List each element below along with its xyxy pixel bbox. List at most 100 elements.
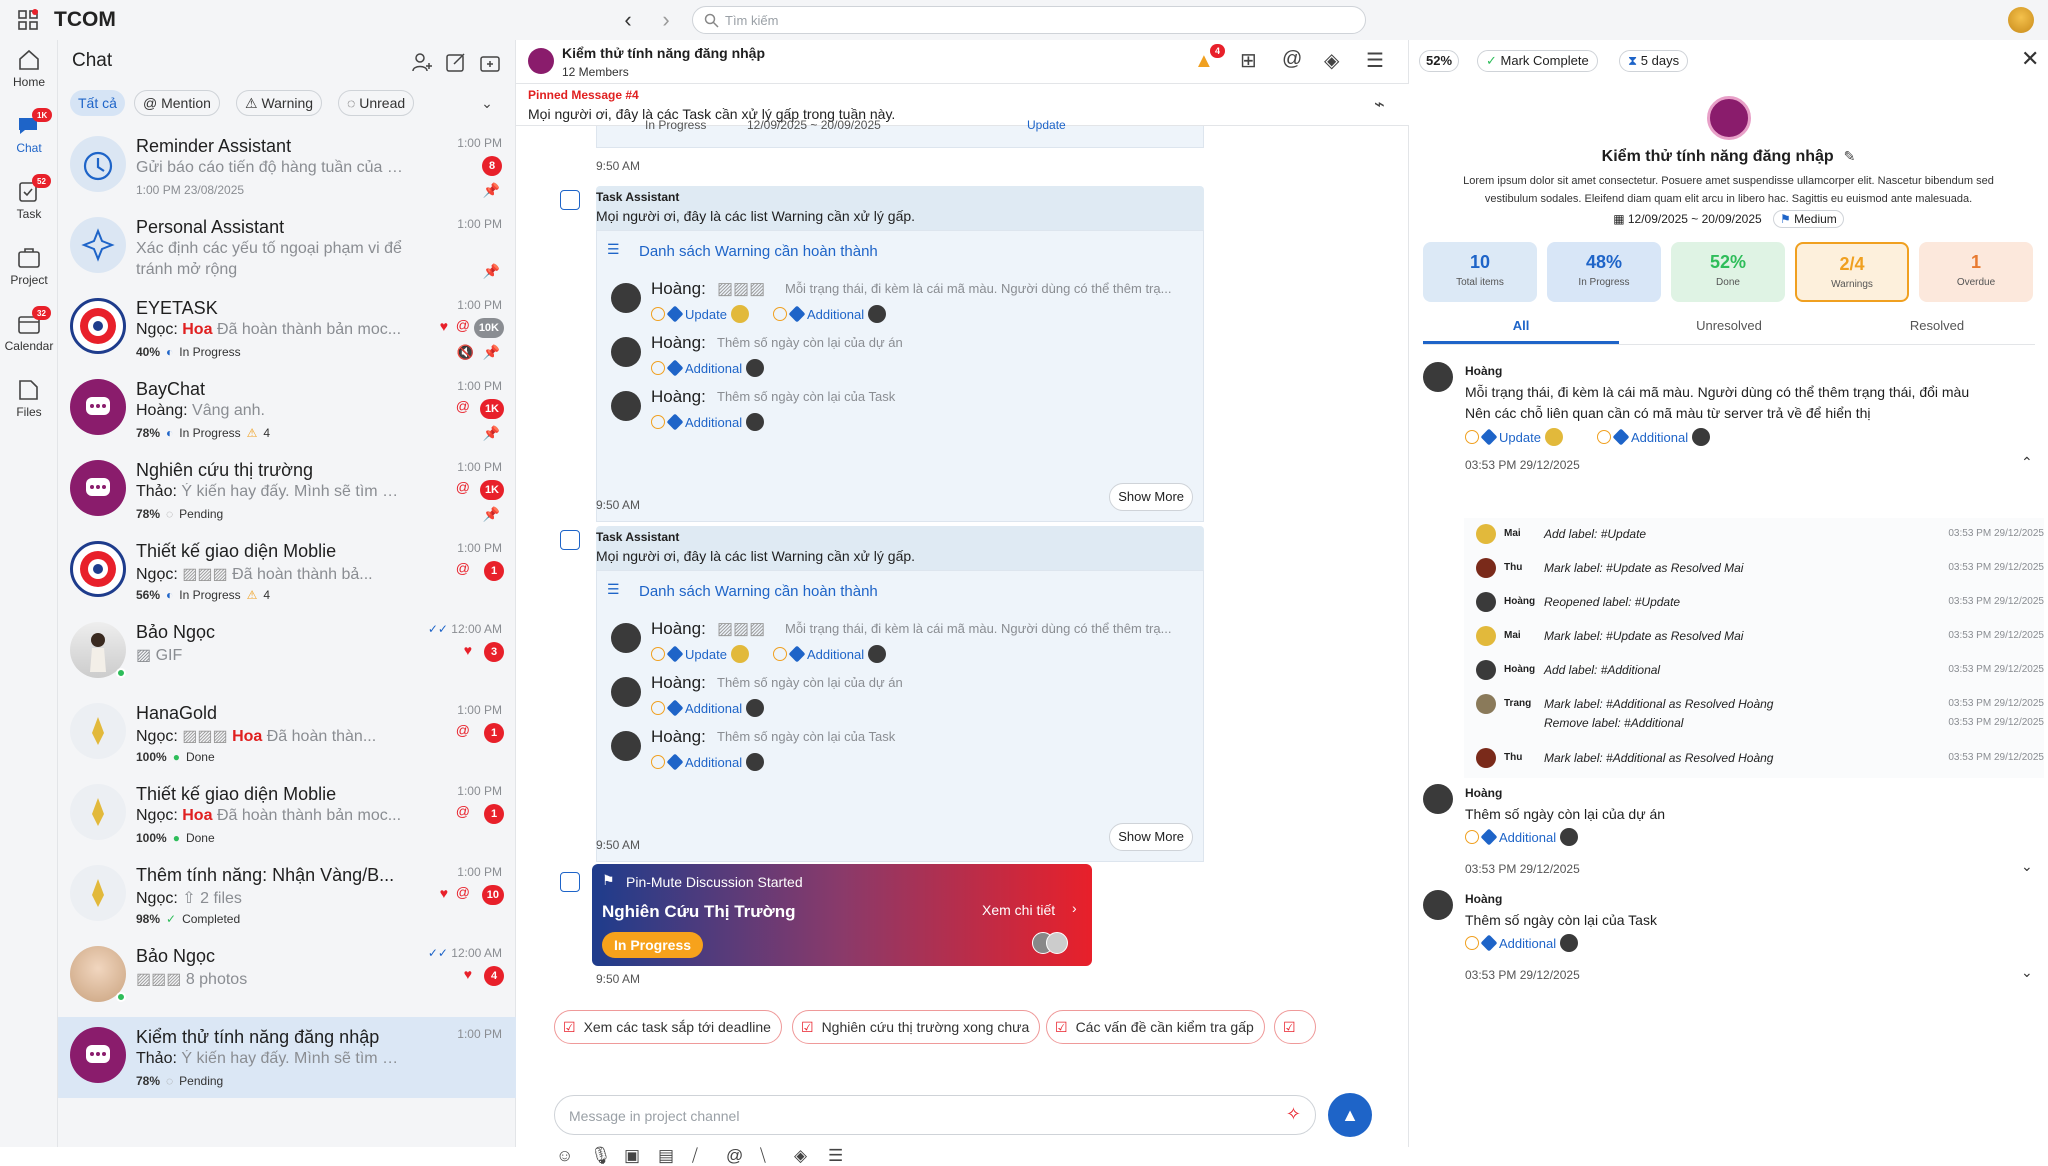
tag-additional[interactable]: Additional — [773, 645, 887, 663]
list-item[interactable]: Hoàng: ▨▨▨ Mỗi trạng thái, đi kèm là cái… — [607, 279, 1197, 329]
tag-additional[interactable]: Additional — [1597, 428, 1711, 446]
list-item[interactable]: HanaGold Ngọc: ▨▨▨ Hoa Đã hoàn thàn... 1… — [58, 693, 516, 774]
filter-mention[interactable]: @ Mention — [134, 90, 220, 116]
nav-project[interactable]: Project — [0, 246, 58, 287]
chevron-up-icon[interactable]: ⌃ — [2021, 454, 2033, 471]
warning-entry[interactable]: Hoàng Thêm số ngày còn lại của Task Addi… — [1409, 888, 2048, 988]
list-item[interactable]: Thêm tính năng: Nhận Vàng/B... Ngọc: ⇧ 2… — [58, 855, 516, 936]
tag-additional[interactable]: Additional — [651, 699, 765, 717]
tag-additional[interactable]: Additional — [651, 413, 765, 431]
chevron-down-icon[interactable]: ⌄ — [2021, 858, 2033, 875]
list-item[interactable]: BayChat Hoàng: Vâng anh. 78% ◐ In Progress… — [58, 369, 516, 450]
nav-calendar-badge: 32 — [32, 306, 51, 320]
tag-icon[interactable]: ◈ — [794, 1146, 807, 1166]
ai-sparkle-icon[interactable]: ✧ — [1286, 1104, 1301, 1125]
tag-additional[interactable]: Additional — [1465, 828, 1579, 846]
tag-icon[interactable]: ◈ — [1324, 48, 1339, 73]
list-item[interactable]: EYETASK Ngọc: Hoa Đã hoàn thành bản moc.… — [58, 288, 516, 369]
chat-time: 1:00 PM — [457, 784, 502, 798]
tag-additional[interactable]: Additional — [1465, 934, 1579, 952]
search-input[interactable]: Tìm kiếm — [692, 6, 1366, 34]
list-item[interactable]: Thiết kế giao diện Moblie Ngọc: ▨▨▨ Đã h… — [58, 531, 516, 612]
file-icon[interactable]: ▤ — [658, 1146, 674, 1166]
filter-all[interactable]: Tất cả — [70, 90, 125, 116]
stat-warnings[interactable]: 2/4 Warnings — [1795, 242, 1909, 302]
stat-overdue[interactable]: 1 Overdue — [1919, 242, 2033, 302]
list-item-selected[interactable]: Kiểm thử tính năng đăng nhập Thảo: Ý kiế… — [58, 1017, 516, 1098]
progress-pill: 52% — [1419, 50, 1460, 72]
apps-grid-icon[interactable] — [16, 8, 40, 32]
mention-icon[interactable]: @ — [1282, 48, 1302, 71]
tab-all[interactable]: All — [1423, 318, 1619, 344]
new-project-icon[interactable] — [478, 50, 502, 74]
nav-files[interactable]: Files — [0, 378, 58, 419]
emoji-icon[interactable]: ☺ — [556, 1146, 573, 1166]
message-input[interactable]: Message in project channel ✧ — [554, 1095, 1316, 1135]
add-user-icon[interactable] — [410, 50, 434, 74]
chat-list-panel: Chat Tất cả @ Mention ⚠ Warning ◌ Unread… — [58, 40, 516, 1147]
list-item[interactable]: Hoàng: ▨▨▨ Mỗi trạng thái, đi kèm là cái… — [607, 619, 1197, 669]
discussion-banner[interactable]: ⚑ Pin-Mute Discussion Started Nghiên Cứu… — [592, 864, 1092, 966]
apps-icon[interactable]: ⊞ — [1240, 48, 1257, 73]
tag-update[interactable]: Update — [1465, 428, 1563, 446]
stat-done[interactable]: 52% Done — [1671, 242, 1785, 302]
banner-link[interactable]: Xem chi tiết — [982, 902, 1055, 918]
chevron-down-icon[interactable]: ⌄ — [478, 94, 496, 112]
tab-resolved[interactable]: Resolved — [1839, 318, 2035, 344]
mention-icon[interactable]: @ — [726, 1146, 743, 1166]
preview-text: 8 photos — [185, 971, 248, 988]
history-text: Mark label: #Additional as Resolved Hoàn… — [1544, 697, 1774, 711]
format-icon[interactable]: ⧹ — [760, 1146, 766, 1166]
tag-update[interactable]: Update — [651, 645, 749, 663]
warning-entry[interactable]: Hoàng Mỗi trạng thái, đi kèm là cái mã m… — [1409, 350, 2048, 478]
checklist-icon[interactable]: ☰ — [1366, 48, 1384, 73]
mark-complete-button[interactable]: ✓ Mark Complete — [1477, 50, 1598, 72]
nav-task[interactable]: 52 Task — [0, 174, 58, 221]
chat-time: 1:00 PM — [457, 379, 502, 393]
list-item[interactable]: Thiết kế giao diện Moblie Ngọc: Hoa Đã h… — [58, 774, 516, 855]
tag-update[interactable]: Update — [651, 305, 749, 323]
suggestion-chip[interactable]: ☑ — [1274, 1010, 1316, 1044]
list-item[interactable]: Hoàng: Thêm số ngày còn lại của Task Add… — [607, 727, 1197, 777]
stat-in-progress[interactable]: 48% In Progress — [1547, 242, 1661, 302]
mic-icon[interactable]: 🎙 — [590, 1146, 612, 1166]
filter-warning[interactable]: ⚠ Warning — [236, 90, 323, 116]
unread-badge: 4 — [484, 966, 504, 986]
tag-additional[interactable]: Additional — [773, 305, 887, 323]
tag-label: Additional — [685, 414, 743, 430]
show-more-button[interactable]: Show More — [1109, 483, 1193, 511]
list-item[interactable]: Hoàng: Thêm số ngày còn lại của dự án Ad… — [607, 673, 1197, 723]
user-avatar[interactable] — [2008, 7, 2034, 33]
suggestion-chip[interactable]: ☑ Nghiên cứu thị trường xong chưa — [792, 1010, 1041, 1044]
suggestion-chip[interactable]: ☑ Các vấn đề cần kiểm tra gấp — [1046, 1010, 1265, 1044]
forward-icon[interactable]: › — [654, 7, 678, 32]
list-item[interactable]: Hoàng: Thêm số ngày còn lại của Task Add… — [607, 387, 1197, 437]
tag-additional[interactable]: Additional — [651, 359, 765, 377]
list-item[interactable]: Reminder Assistant Gửi báo cáo tiến độ h… — [58, 126, 516, 207]
list-item[interactable]: Personal Assistant Xác định các yếu tố n… — [58, 207, 516, 288]
image-icon[interactable]: ▣ — [624, 1146, 640, 1166]
nav-chat[interactable]: 1K Chat — [0, 108, 58, 155]
unpin-icon[interactable]: ⌁ — [1374, 94, 1385, 115]
list-item[interactable]: Bảo Ngọc ▨ GIF ✓✓ 12:00 AM ♥ 3 — [58, 612, 516, 693]
nav-home[interactable]: Home — [0, 48, 58, 89]
edit-icon[interactable]: ✎ — [1844, 148, 1856, 164]
send-button[interactable]: ▲ — [1328, 1093, 1372, 1137]
list-item[interactable]: Hoàng: Thêm số ngày còn lại của dự án Ad… — [607, 333, 1197, 383]
list-item[interactable]: Bảo Ngọc ▨▨▨ 8 photos ✓✓ 12:00 AM ♥ 4 — [58, 936, 516, 1017]
close-icon[interactable]: ✕ — [2021, 46, 2039, 72]
back-icon[interactable]: ‹ — [616, 7, 640, 32]
show-more-button[interactable]: Show More — [1109, 823, 1193, 851]
stat-total[interactable]: 10 Total items — [1423, 242, 1537, 302]
tag-additional[interactable]: Additional — [651, 753, 765, 771]
checklist-icon[interactable]: ☰ — [828, 1146, 843, 1166]
tab-unresolved[interactable]: Unresolved — [1631, 318, 1827, 344]
warning-entry[interactable]: Hoàng Thêm số ngày còn lại của dự án Add… — [1409, 782, 2048, 882]
slash-command-icon[interactable]: ⧸ — [692, 1146, 698, 1166]
list-item[interactable]: Nghiên cứu thị trường Thảo: Ý kiến hay đ… — [58, 450, 516, 531]
compose-icon[interactable] — [444, 50, 468, 74]
chevron-down-icon[interactable]: ⌄ — [2021, 964, 2033, 981]
filter-unread[interactable]: ◌ Unread — [338, 90, 415, 116]
suggestion-chip[interactable]: ☑ Xem các task sắp tới deadline — [554, 1010, 782, 1044]
nav-calendar[interactable]: 32 Calendar — [0, 306, 58, 353]
